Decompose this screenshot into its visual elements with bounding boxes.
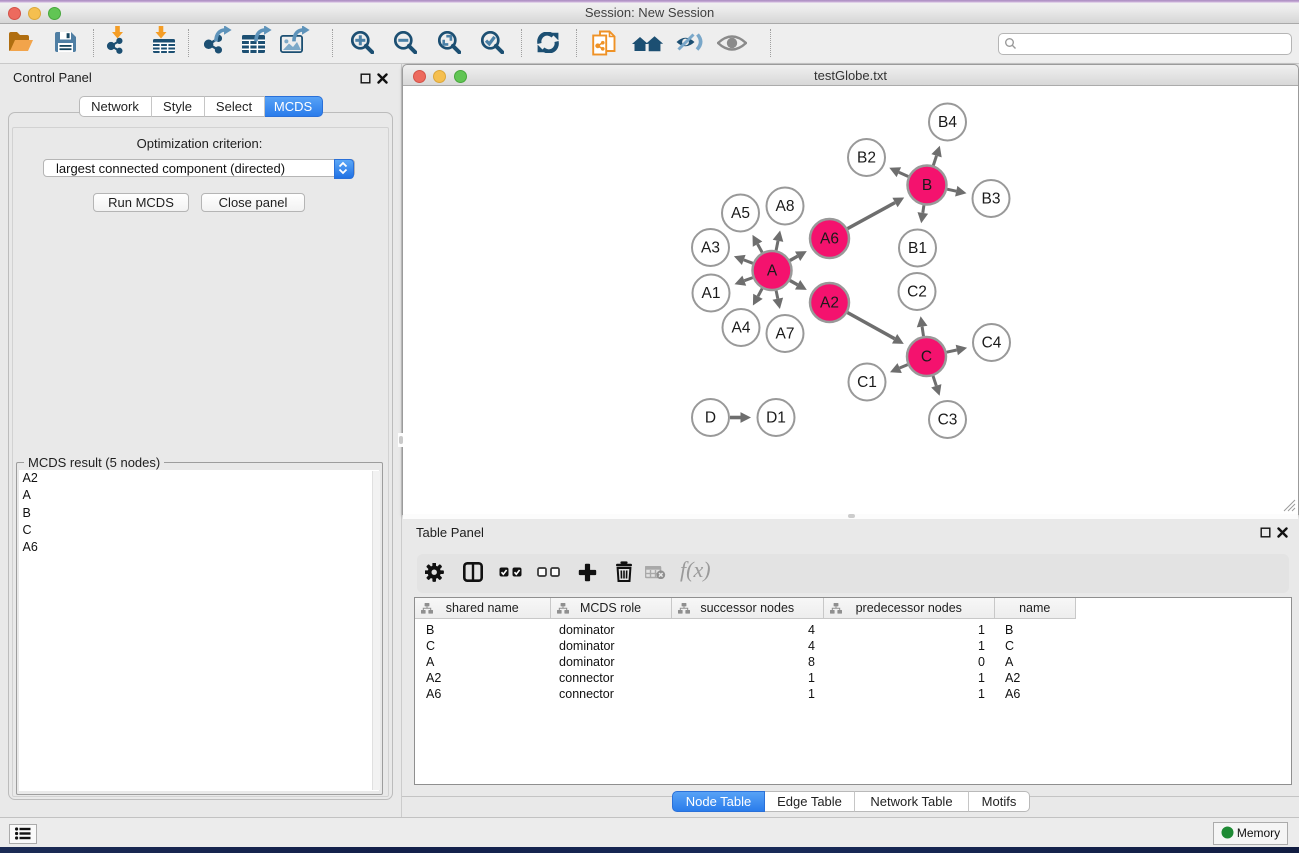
svg-text:A4: A4 <box>732 320 751 337</box>
svg-text:A5: A5 <box>731 205 750 222</box>
svg-text:B2: B2 <box>857 150 876 167</box>
svg-text:C2: C2 <box>907 284 927 301</box>
svg-text:B3: B3 <box>982 191 1001 208</box>
svg-text:B: B <box>922 177 932 194</box>
svg-text:C1: C1 <box>857 374 877 391</box>
svg-text:B4: B4 <box>938 114 957 131</box>
svg-text:A7: A7 <box>776 326 795 343</box>
svg-text:C3: C3 <box>938 412 958 429</box>
svg-text:B1: B1 <box>908 240 927 257</box>
svg-text:A8: A8 <box>776 198 795 215</box>
svg-text:C4: C4 <box>982 335 1002 352</box>
svg-text:A2: A2 <box>820 295 839 312</box>
svg-text:A3: A3 <box>701 240 720 257</box>
svg-text:D: D <box>705 410 716 427</box>
svg-text:C: C <box>921 349 932 366</box>
svg-text:A1: A1 <box>702 285 721 302</box>
svg-text:A: A <box>767 263 778 280</box>
svg-text:A6: A6 <box>820 231 839 248</box>
svg-text:D1: D1 <box>766 410 786 427</box>
